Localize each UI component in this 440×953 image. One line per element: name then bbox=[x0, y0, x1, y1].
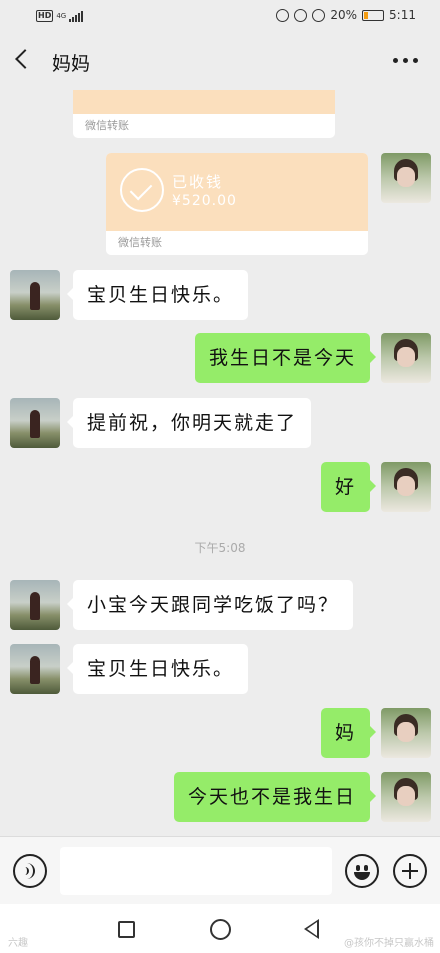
message-input[interactable] bbox=[60, 847, 332, 895]
home-button[interactable] bbox=[210, 919, 231, 940]
avatar-mom[interactable] bbox=[10, 270, 60, 320]
message-bubble-outgoing[interactable]: 好 bbox=[320, 462, 377, 512]
alarm-icon bbox=[294, 8, 308, 22]
avatar-me[interactable] bbox=[381, 462, 431, 512]
message-bubble-incoming[interactable]: 宝贝生日快乐。 bbox=[66, 644, 249, 694]
message-bubble-outgoing[interactable]: 今天也不是我生日 bbox=[173, 772, 377, 822]
emoji-icon[interactable] bbox=[345, 854, 379, 888]
transfer-card[interactable]: 已收钱 ¥520.00 微信转账 bbox=[106, 153, 368, 255]
avatar-me[interactable] bbox=[381, 333, 431, 383]
avatar-me[interactable] bbox=[381, 153, 431, 203]
message-bubble-outgoing[interactable]: 妈 bbox=[320, 708, 377, 758]
status-bar: HD 4G 20% 5:11 bbox=[0, 0, 440, 34]
watermark-right: @孩你不掉只赢水桶 bbox=[344, 938, 434, 949]
voice-icon[interactable] bbox=[13, 854, 47, 888]
check-circle-icon bbox=[120, 168, 164, 212]
network-type: 4G bbox=[56, 12, 67, 20]
back-button[interactable] bbox=[304, 919, 319, 939]
transfer-amount: ¥520.00 bbox=[172, 193, 237, 209]
message-timestamp: 下午5:08 bbox=[194, 541, 246, 555]
recents-button[interactable] bbox=[118, 921, 135, 938]
message-bubble-incoming[interactable]: 宝贝生日快乐。 bbox=[66, 270, 249, 320]
transfer-footer: 微信转账 bbox=[85, 119, 129, 132]
avatar-mom[interactable] bbox=[10, 644, 60, 694]
mute-icon bbox=[312, 8, 326, 22]
battery-percent: 20% bbox=[330, 8, 358, 22]
chat-area[interactable]: 微信转账 已收钱 ¥520.00 微信转账 宝贝生日快乐。 我生日不是今天 提前… bbox=[0, 90, 440, 836]
message-bubble-outgoing[interactable]: 我生日不是今天 bbox=[194, 333, 377, 383]
avatar-me[interactable] bbox=[381, 708, 431, 758]
battery-icon bbox=[362, 9, 385, 21]
clock: 5:11 bbox=[389, 8, 416, 22]
system-nav-bar: 六趣 @孩你不掉只赢水桶 bbox=[0, 904, 440, 953]
back-arrow-icon[interactable] bbox=[15, 49, 35, 69]
chat-title: 妈妈 bbox=[52, 53, 91, 75]
hd-badge: HD bbox=[36, 10, 54, 22]
headphones-icon bbox=[276, 8, 290, 22]
avatar-me[interactable] bbox=[381, 772, 431, 822]
message-bubble-incoming[interactable]: 提前祝，你明天就走了 bbox=[66, 398, 312, 448]
transfer-status: 已收钱 bbox=[172, 173, 224, 191]
transfer-card-partial[interactable]: 微信转账 bbox=[73, 90, 335, 138]
more-options-icon[interactable] bbox=[393, 58, 418, 63]
chat-header: 妈妈 bbox=[0, 34, 440, 90]
watermark-left: 六趣 bbox=[8, 938, 28, 949]
message-bubble-incoming[interactable]: 小宝今天跟同学吃饭了吗？ bbox=[66, 580, 354, 630]
input-bar bbox=[0, 836, 440, 904]
avatar-mom[interactable] bbox=[10, 398, 60, 448]
signal-indicators: HD 4G bbox=[36, 10, 84, 22]
plus-icon[interactable] bbox=[393, 854, 427, 888]
status-right: 20% 5:11 bbox=[276, 8, 416, 22]
avatar-mom[interactable] bbox=[10, 580, 60, 630]
signal-icon bbox=[69, 10, 84, 22]
transfer-footer: 微信转账 bbox=[118, 236, 162, 249]
